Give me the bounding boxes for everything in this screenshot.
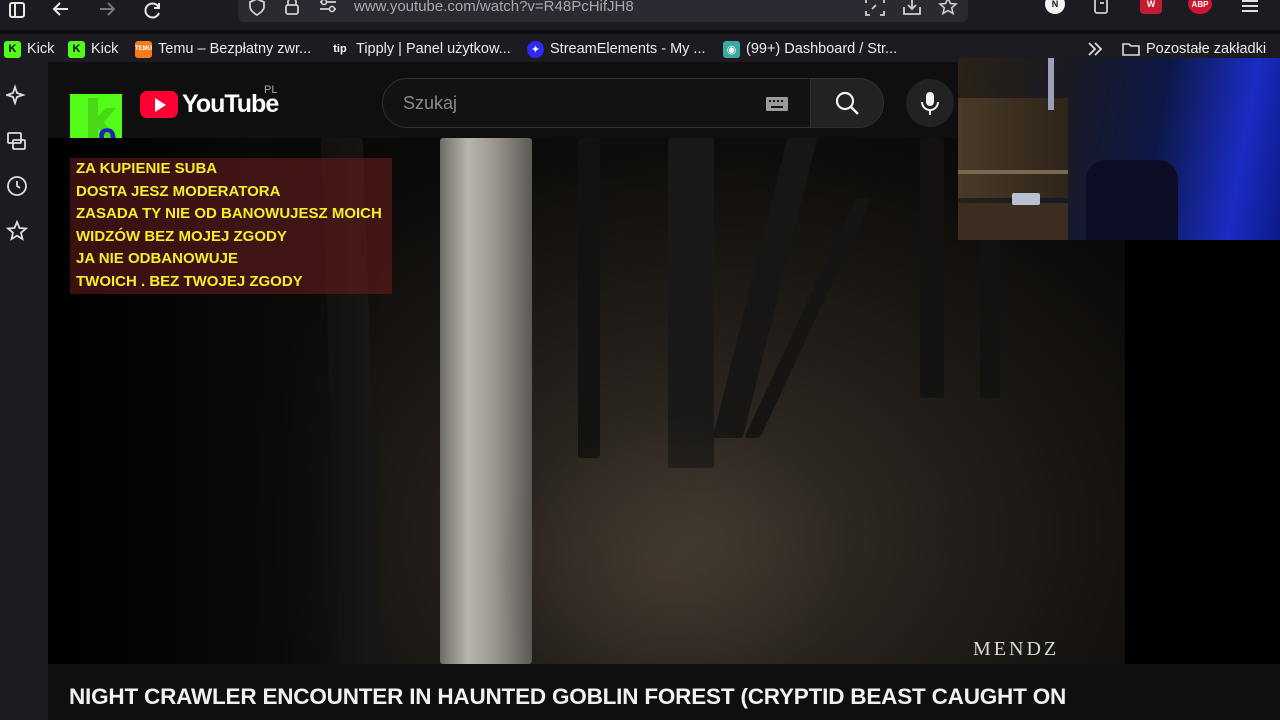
youtube-logo[interactable]: YouTube [140, 90, 279, 119]
browser-sidebar [0, 62, 48, 720]
streamelements-icon: ✦ [527, 40, 544, 58]
save-to-pocket-icon[interactable] [902, 0, 922, 17]
video-title: NIGHT CRAWLER ENCOUNTER IN HAUNTED GOBLI… [69, 684, 1067, 709]
discord-icon: ◉ [723, 40, 740, 58]
webcam-shelf [958, 98, 1068, 198]
sidebar-toggle-icon[interactable] [2, 0, 32, 22]
overlay-line: DOSTA JESZ MODERATORA [76, 183, 281, 200]
bookmark-label: Pozostałe zakładki [1146, 41, 1267, 57]
bookmarks-star-icon[interactable] [5, 219, 29, 242]
browser-toolbar: www.youtube.com/watch?v=R48PcHifJH8 N W … [0, 0, 1280, 30]
keyboard-icon[interactable] [765, 96, 789, 112]
bookmark-temu[interactable]: TEMU Temu – Bezpłatny zwr... [135, 39, 311, 59]
region-code: PL [264, 84, 278, 96]
search-input[interactable]: Szukaj [382, 78, 838, 128]
search-button[interactable] [810, 78, 884, 128]
webcam-cup [1012, 193, 1040, 205]
bookmark-streamelements[interactable]: ✦ StreamElements - My ... [527, 39, 706, 59]
bookmark-star-icon[interactable] [938, 0, 958, 16]
bookmark-kick-2[interactable]: K Kick [68, 39, 118, 59]
tipply-icon: tip [330, 40, 350, 58]
shield-extension-icon[interactable]: W [1140, 0, 1162, 14]
webcam-lamp-pole [1048, 58, 1054, 110]
bookmark-label: Temu – Bezpłatny zwr... [158, 41, 312, 57]
overlay-line: JA NIE ODBANOWUJE [76, 250, 238, 267]
bookmark-other-folder[interactable]: Pozostałe zakładki [1122, 39, 1266, 59]
overlay-line: ZASADA TY NIE OD BANOWUJESZ MOICH [76, 205, 382, 222]
kick-icon: K [4, 40, 21, 58]
video-watermark: MENDZ [973, 638, 1060, 660]
abp-extension-icon[interactable]: ABP [1188, 0, 1212, 14]
url-text[interactable]: www.youtube.com/watch?v=R48PcHifJH8 [354, 0, 634, 15]
permissions-icon[interactable] [318, 0, 338, 14]
kick-icon: K [68, 40, 85, 58]
youtube-play-icon [140, 91, 178, 118]
bookmark-kick-1[interactable]: K Kick [4, 39, 54, 59]
webcam-chair [1086, 160, 1178, 240]
screen: www.youtube.com/watch?v=R48PcHifJH8 N W … [0, 0, 1280, 720]
tree-trunk [920, 138, 944, 398]
microphone-icon [921, 92, 939, 115]
shield-icon[interactable] [248, 0, 266, 16]
bookmark-label: Kick [91, 41, 119, 57]
forest-floor [490, 418, 850, 664]
bookmark-tipply[interactable]: tip Tipply | Panel użytkow... [330, 39, 511, 59]
bookmark-label: Tipply | Panel użytkow... [356, 41, 511, 57]
forward-icon[interactable] [92, 0, 122, 22]
bookmark-dashboard[interactable]: ◉ (99+) Dashboard / Str... [723, 39, 897, 59]
voice-search-button[interactable] [906, 79, 954, 127]
stream-rules-overlay: ZA KUPIENIE SUBA DOSTA JESZ MODERATORA Z… [70, 158, 392, 294]
overlay-line: WIDZÓW BEZ MOJEJ ZGODY [76, 228, 287, 245]
bookmark-label: Kick [27, 41, 55, 57]
bookmark-label: StreamElements - My ... [550, 41, 706, 57]
url-bar[interactable]: www.youtube.com/watch?v=R48PcHifJH8 [238, 0, 968, 22]
tree-trunk [578, 138, 600, 458]
search-placeholder: Szukaj [403, 93, 458, 113]
webcam-shelf-edge [958, 170, 1068, 174]
reload-icon[interactable] [138, 0, 168, 22]
chevron-double-right-icon[interactable] [1086, 41, 1104, 57]
folder-icon [1122, 43, 1140, 56]
back-icon[interactable] [46, 0, 76, 22]
webcam-overlay [958, 58, 1280, 240]
overlay-line: TWOICH . BEZ TWOJEJ ZGODY [76, 273, 303, 290]
lock-icon[interactable] [284, 0, 300, 15]
overlay-line: ZA KUPIENIE SUBA [76, 160, 218, 177]
extensions-puzzle-icon[interactable] [1092, 0, 1112, 16]
temu-icon: TEMU [135, 40, 152, 58]
search-icon [835, 91, 859, 115]
youtube-masthead: 9 YouTube PL Szukaj [48, 62, 958, 152]
n-extension-icon[interactable]: N [1045, 0, 1065, 14]
webcam-shelf-lower [958, 203, 1068, 240]
hamburger-menu-icon[interactable] [1240, 0, 1260, 14]
n-extension-label: N [1051, 0, 1059, 9]
ai-sparkle-icon[interactable] [4, 84, 28, 106]
synced-tabs-icon[interactable] [6, 130, 28, 152]
abp-extension-label: ABP [1191, 0, 1209, 9]
bookmark-label: (99+) Dashboard / Str... [746, 41, 898, 57]
history-icon[interactable] [6, 175, 28, 197]
screenshot-icon[interactable] [864, 0, 886, 17]
